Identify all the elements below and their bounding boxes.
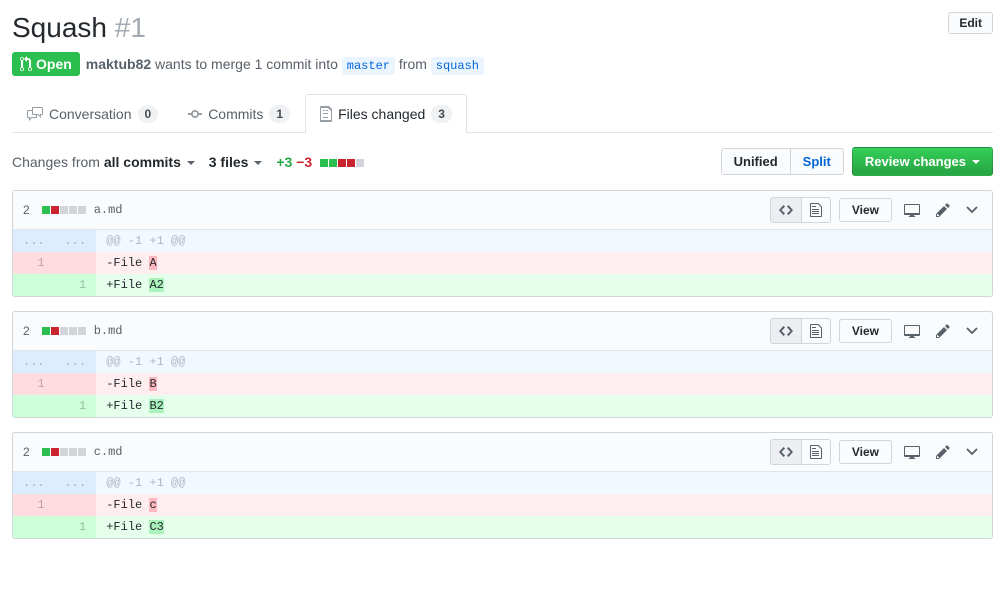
- unified-button[interactable]: Unified: [721, 148, 790, 175]
- code-icon: [779, 202, 793, 218]
- diff-view-toggle: Unified Split: [721, 148, 844, 175]
- hunk-header-row: ...... @@ -1 +1 @@: [13, 230, 992, 252]
- code-icon: [779, 323, 793, 339]
- edit-file-button[interactable]: [932, 440, 954, 464]
- diff-deletion-row: 1 -File c: [13, 494, 992, 516]
- file-icon: [810, 202, 822, 218]
- git-commit-icon: [188, 106, 202, 122]
- tab-files-changed[interactable]: Files changed 3: [305, 94, 467, 133]
- device-desktop-icon: [904, 323, 920, 339]
- file-diff: 2 c.md View ...... @@ -1 +1 @@: [12, 432, 993, 539]
- diff-addition-row: 1 +File A2: [13, 274, 992, 296]
- edit-button[interactable]: Edit: [948, 12, 993, 34]
- diff-deletion-row: 1 -File A: [13, 252, 992, 274]
- merge-description: maktub82 wants to merge 1 commit into ma…: [86, 56, 484, 73]
- diff-body: ...... @@ -1 +1 @@ 1 -File B 1 +File B2: [13, 351, 992, 417]
- file-icon: [810, 323, 822, 339]
- device-desktop-icon: [904, 444, 920, 460]
- file-header: 2 b.md View: [13, 312, 992, 351]
- diff-addition-row: 1 +File B2: [13, 395, 992, 417]
- tab-label: Commits: [208, 106, 263, 122]
- pr-number: #1: [115, 12, 146, 43]
- collapse-file-button[interactable]: [962, 444, 982, 460]
- source-view-button[interactable]: [770, 197, 801, 223]
- file-header: 2 c.md View: [13, 433, 992, 472]
- rendered-view-button[interactable]: [801, 197, 831, 223]
- changes-from-dropdown[interactable]: Changes from all commits: [12, 154, 195, 170]
- source-view-button[interactable]: [770, 318, 801, 344]
- file-name[interactable]: c.md: [94, 445, 123, 459]
- state-label: Open: [36, 56, 72, 72]
- view-file-button[interactable]: View: [839, 440, 892, 464]
- diff-body: ...... @@ -1 +1 @@ 1 -File A 1 +File A2: [13, 230, 992, 296]
- collapse-file-button[interactable]: [962, 323, 982, 339]
- tab-commits[interactable]: Commits 1: [173, 94, 305, 133]
- view-file-button[interactable]: View: [839, 198, 892, 222]
- diff-deletion-row: 1 -File B: [13, 373, 992, 395]
- file-name[interactable]: b.md: [94, 324, 123, 338]
- diff-addition-row: 1 +File C3: [13, 516, 992, 538]
- hunk-header-row: ...... @@ -1 +1 @@: [13, 472, 992, 494]
- edit-file-button[interactable]: [932, 198, 954, 222]
- base-branch[interactable]: master: [342, 57, 395, 75]
- file-diff-icon: [320, 106, 332, 122]
- caret-down-icon: [187, 161, 195, 165]
- diff-body: ...... @@ -1 +1 @@ 1 -File c 1 +File C3: [13, 472, 992, 538]
- caret-down-icon: [254, 161, 262, 165]
- rendered-view-button[interactable]: [801, 318, 831, 344]
- file-filter-dropdown[interactable]: 3 files: [209, 154, 263, 170]
- device-desktop-icon: [904, 202, 920, 218]
- split-button[interactable]: Split: [790, 148, 844, 175]
- tab-conversation[interactable]: Conversation 0: [12, 94, 173, 133]
- diffstat-blocks: [320, 159, 364, 167]
- git-pull-request-icon: [20, 56, 32, 72]
- desktop-icon-button[interactable]: [900, 198, 924, 222]
- hunk-header-row: ...... @@ -1 +1 @@: [13, 351, 992, 373]
- file-change-count: 2: [23, 203, 30, 217]
- tab-label: Conversation: [49, 106, 132, 122]
- file-diff: 2 b.md View ...... @@ -1 +1 @@: [12, 311, 993, 418]
- collapse-file-button[interactable]: [962, 202, 982, 218]
- diffstat-summary: +3 −3: [276, 154, 364, 170]
- tab-count: 1: [269, 105, 290, 123]
- file-name[interactable]: a.md: [94, 203, 123, 217]
- edit-file-button[interactable]: [932, 319, 954, 343]
- head-branch[interactable]: squash: [431, 57, 484, 75]
- page-title: Squash #1: [12, 12, 146, 44]
- chevron-down-icon: [966, 448, 978, 456]
- pr-title: Squash: [12, 12, 107, 43]
- author-link[interactable]: maktub82: [86, 56, 151, 72]
- caret-down-icon: [972, 160, 980, 164]
- file-header: 2 a.md View: [13, 191, 992, 230]
- tab-count: 3: [431, 105, 452, 123]
- rendered-view-button[interactable]: [801, 439, 831, 465]
- desktop-icon-button[interactable]: [900, 440, 924, 464]
- desktop-icon-button[interactable]: [900, 319, 924, 343]
- chevron-down-icon: [966, 327, 978, 335]
- pr-tabs: Conversation 0 Commits 1 Files changed 3: [12, 94, 993, 133]
- file-icon: [810, 444, 822, 460]
- file-diffstat-blocks: [42, 327, 86, 335]
- state-badge: Open: [12, 52, 80, 76]
- file-diffstat-blocks: [42, 206, 86, 214]
- file-diff: 2 a.md View ...... @@ -1 +1 @@: [12, 190, 993, 297]
- tab-count: 0: [138, 105, 159, 123]
- chevron-down-icon: [966, 206, 978, 214]
- pencil-icon: [936, 202, 950, 218]
- review-changes-button[interactable]: Review changes: [852, 147, 993, 176]
- pencil-icon: [936, 323, 950, 339]
- file-change-count: 2: [23, 324, 30, 338]
- file-change-count: 2: [23, 445, 30, 459]
- file-diffstat-blocks: [42, 448, 86, 456]
- source-view-button[interactable]: [770, 439, 801, 465]
- comment-discussion-icon: [27, 106, 43, 122]
- tab-label: Files changed: [338, 106, 425, 122]
- code-icon: [779, 444, 793, 460]
- view-file-button[interactable]: View: [839, 319, 892, 343]
- pencil-icon: [936, 444, 950, 460]
